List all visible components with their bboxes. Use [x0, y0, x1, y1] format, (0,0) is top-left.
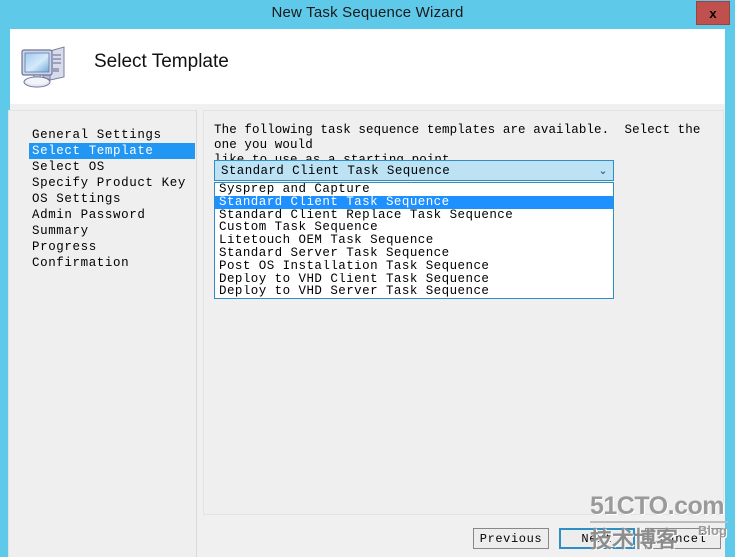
window-title: New Task Sequence Wizard: [271, 4, 464, 21]
sidebar-step-list: General Settings Select Template Select OS…: [9, 127, 198, 271]
dropdown-option[interactable]: Custom Task Sequence: [215, 221, 613, 234]
cancel-button[interactable]: Cancel: [645, 528, 721, 549]
wizard-window: New Task Sequence Wizard x Select Templa…: [0, 0, 735, 557]
dropdown-option[interactable]: Standard Server Task Sequence: [215, 247, 613, 260]
sidebar-item-select-template[interactable]: Select Template: [29, 143, 195, 159]
chevron-down-icon[interactable]: ⌄: [593, 164, 613, 177]
dropdown-option[interactable]: Litetouch OEM Task Sequence: [215, 234, 613, 247]
sidebar-item-confirmation[interactable]: Confirmation: [9, 255, 198, 271]
sidebar-item-admin-password[interactable]: Admin Password: [9, 207, 198, 223]
template-combobox[interactable]: Standard Client Task Sequence ⌄: [214, 160, 614, 181]
page-title: Select Template: [94, 51, 229, 72]
dropdown-option[interactable]: Sysprep and Capture: [215, 183, 613, 196]
sidebar-item-select-os[interactable]: Select OS: [9, 159, 198, 175]
sidebar-item-os-settings[interactable]: OS Settings: [9, 191, 198, 207]
dropdown-option[interactable]: Standard Client Replace Task Sequence: [215, 209, 613, 222]
dropdown-option[interactable]: Deploy to VHD Server Task Sequence: [215, 285, 613, 298]
wizard-footer: Previous Next Cancel: [203, 518, 724, 557]
sidebar-item-general-settings[interactable]: General Settings: [9, 127, 198, 143]
dropdown-option[interactable]: Post OS Installation Task Sequence: [215, 260, 613, 273]
template-dropdown-list[interactable]: Sysprep and Capture Standard Client Task …: [214, 182, 614, 300]
computer-icon: [21, 46, 65, 88]
wizard-header: Select Template: [10, 29, 725, 104]
wizard-step-sidebar: General Settings Select Template Select OS…: [8, 110, 197, 557]
next-button[interactable]: Next: [559, 528, 635, 549]
main-content-panel: The following task sequence templates ar…: [203, 110, 724, 515]
sidebar-item-summary[interactable]: Summary: [9, 223, 198, 239]
title-bar: New Task Sequence Wizard x: [0, 0, 735, 28]
dropdown-option[interactable]: Standard Client Task Sequence: [215, 195, 613, 209]
sidebar-item-progress[interactable]: Progress: [9, 239, 198, 255]
previous-button[interactable]: Previous: [473, 528, 549, 549]
dropdown-option[interactable]: Deploy to VHD Client Task Sequence: [215, 273, 613, 286]
template-combobox-value: Standard Client Task Sequence: [221, 163, 451, 178]
sidebar-item-specify-product-key[interactable]: Specify Product Key: [9, 175, 198, 191]
close-icon[interactable]: x: [696, 1, 730, 25]
